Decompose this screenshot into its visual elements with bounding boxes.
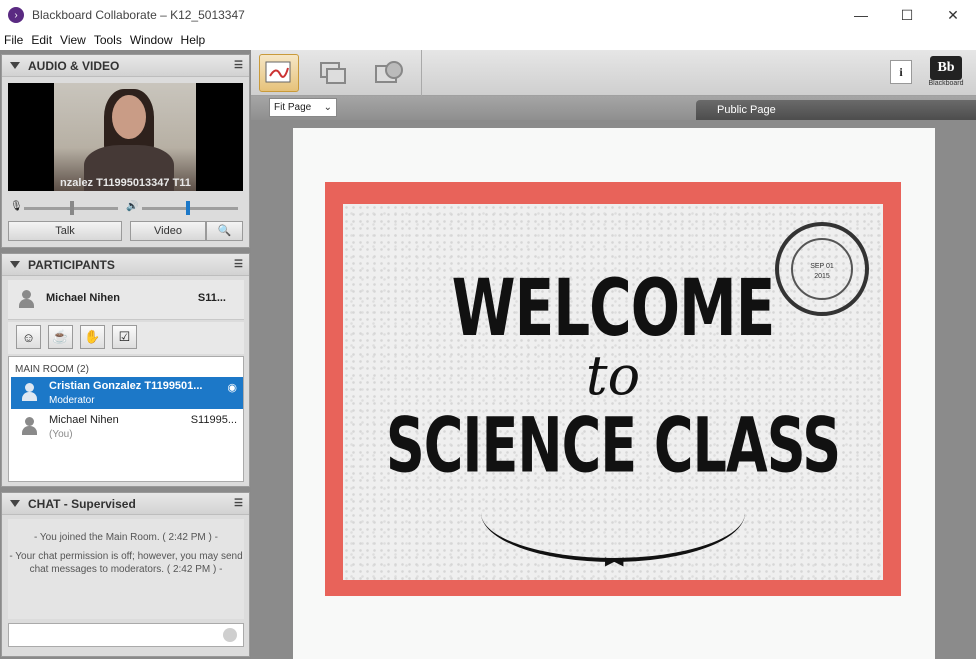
collapse-icon[interactable]	[10, 261, 20, 268]
participants-panel: PARTICIPANTS ☰ Michael Nihen S11... ☺ ☕ …	[1, 253, 250, 487]
chat-log: - You joined the Main Room. ( 2:42 PM ) …	[8, 519, 244, 619]
chat-header[interactable]: CHAT - Supervised ☰	[2, 493, 249, 515]
microphone-icon: 🎙	[10, 201, 23, 212]
slide-image: SEP 01 2015 WELCOME to SCIENCE CLASS ▶◀	[325, 182, 901, 596]
my-name: Michael Nihen	[46, 292, 120, 304]
menu-tools[interactable]: Tools	[90, 33, 126, 47]
menu-view[interactable]: View	[56, 33, 90, 47]
menu-bar: File Edit View Tools Window Help	[0, 30, 976, 50]
menu-file[interactable]: File	[0, 33, 27, 47]
mic-slider-knob[interactable]	[70, 201, 74, 215]
collapse-icon[interactable]	[10, 62, 20, 69]
audio-icon: ◉	[227, 382, 237, 394]
participant-id: S11995...	[190, 414, 237, 426]
participant-row[interactable]: Michael Nihen (You) S11995...	[11, 411, 243, 443]
audio-video-header[interactable]: AUDIO & VIDEO ☰	[2, 55, 249, 77]
minimize-button[interactable]: —	[838, 0, 884, 30]
app-icon: ›	[8, 7, 24, 23]
whiteboard-area: i Bb Blackboard Fit Page ⌄ Public Page S…	[251, 50, 976, 659]
slide-line-welcome: WELCOME	[451, 262, 776, 354]
poll-checkbox-icon[interactable]: ☑	[112, 325, 137, 349]
window-title: Blackboard Collaborate – K12_5013347	[32, 8, 245, 22]
slide-line-science-class: SCIENCE CLASS	[385, 401, 841, 490]
window-controls: — ☐ ✕	[838, 0, 976, 30]
participants-title: PARTICIPANTS	[28, 257, 115, 272]
panel-menu-icon[interactable]: ☰	[234, 498, 243, 509]
participant-role: (You)	[49, 429, 73, 440]
user-icon	[21, 417, 37, 437]
step-away-icon[interactable]: ☕	[48, 325, 73, 349]
emoticon-icon[interactable]	[223, 628, 237, 642]
left-panel-column: AUDIO & VIDEO ☰ nzalez T11995013347 T11 …	[0, 50, 251, 659]
my-status-row: Michael Nihen S11...	[8, 280, 244, 320]
audio-video-title: AUDIO & VIDEO	[28, 58, 120, 73]
speaker-icon: 🔊	[126, 201, 139, 212]
page-bar: Fit Page ⌄ Public Page	[251, 96, 976, 120]
emoticon-icon[interactable]: ☺	[16, 325, 41, 349]
raise-hand-icon[interactable]: ✋	[80, 325, 105, 349]
audio-video-panel: AUDIO & VIDEO ☰ nzalez T11995013347 T11 …	[1, 54, 250, 248]
user-icon	[18, 290, 34, 310]
title-bar: › Blackboard Collaborate – K12_5013347 —…	[0, 0, 976, 30]
participant-tools: ☺ ☕ ✋ ☑	[8, 322, 244, 354]
chat-message: - You joined the Main Room. ( 2:42 PM ) …	[34, 532, 218, 543]
collapse-icon[interactable]	[10, 500, 20, 507]
participant-name: Michael Nihen	[49, 414, 119, 426]
video-feed: nzalez T11995013347 T11	[8, 83, 243, 191]
public-page-tab[interactable]: Public Page	[696, 100, 976, 120]
fit-page-select[interactable]: Fit Page ⌄	[269, 98, 337, 117]
panel-menu-icon[interactable]: ☰	[234, 259, 243, 270]
speaker-slider-knob[interactable]	[186, 201, 190, 215]
menu-edit[interactable]: Edit	[27, 33, 56, 47]
info-icon[interactable]: i	[890, 60, 912, 84]
whiteboard-icon[interactable]	[259, 54, 299, 92]
panel-menu-icon[interactable]: ☰	[234, 60, 243, 71]
talk-button[interactable]: Talk	[8, 221, 122, 241]
blackboard-logo: Bb Blackboard	[928, 56, 964, 90]
my-id: S11...	[197, 292, 226, 304]
chat-input[interactable]	[8, 623, 244, 647]
webcam-image	[54, 83, 196, 191]
chat-message: - Your chat permission is off; however, …	[9, 551, 243, 575]
participant-role: Moderator	[49, 395, 95, 406]
web-tour-icon[interactable]	[369, 54, 409, 92]
application-sharing-icon[interactable]	[313, 54, 353, 92]
menu-help[interactable]: Help	[177, 33, 210, 47]
video-preview-icon[interactable]: 🔍	[206, 221, 243, 241]
participants-header[interactable]: PARTICIPANTS ☰	[2, 254, 249, 276]
user-icon	[21, 383, 37, 403]
slide-line-to: to	[585, 344, 641, 407]
participant-row[interactable]: Cristian Gonzalez T1199501... Moderator …	[11, 377, 243, 409]
participant-name: Cristian Gonzalez T1199501...	[49, 380, 203, 392]
speaker-slider[interactable]	[142, 207, 238, 210]
chevron-down-icon: ⌄	[323, 102, 332, 113]
close-button[interactable]: ✕	[930, 0, 976, 30]
menu-window[interactable]: Window	[126, 33, 177, 47]
content-toolbar: i Bb Blackboard	[251, 50, 976, 96]
participant-list: MAIN ROOM (2) Cristian Gonzalez T1199501…	[8, 356, 244, 482]
bow-decoration: ▶◀	[605, 554, 624, 568]
slide-body: SEP 01 2015 WELCOME to SCIENCE CLASS ▶◀	[343, 204, 883, 580]
video-button[interactable]: Video	[130, 221, 206, 241]
video-caption: nzalez T11995013347 T11	[60, 177, 191, 189]
room-label: MAIN ROOM (2)	[15, 364, 89, 375]
toolbar-separator	[421, 50, 422, 96]
maximize-button[interactable]: ☐	[884, 0, 930, 30]
whiteboard-page[interactable]: SEP 01 2015 WELCOME to SCIENCE CLASS ▶◀	[293, 128, 935, 659]
chat-title: CHAT - Supervised	[28, 496, 136, 511]
volume-sliders: 🎙 🔊	[8, 201, 243, 215]
chat-panel: CHAT - Supervised ☰ - You joined the Mai…	[1, 492, 250, 657]
